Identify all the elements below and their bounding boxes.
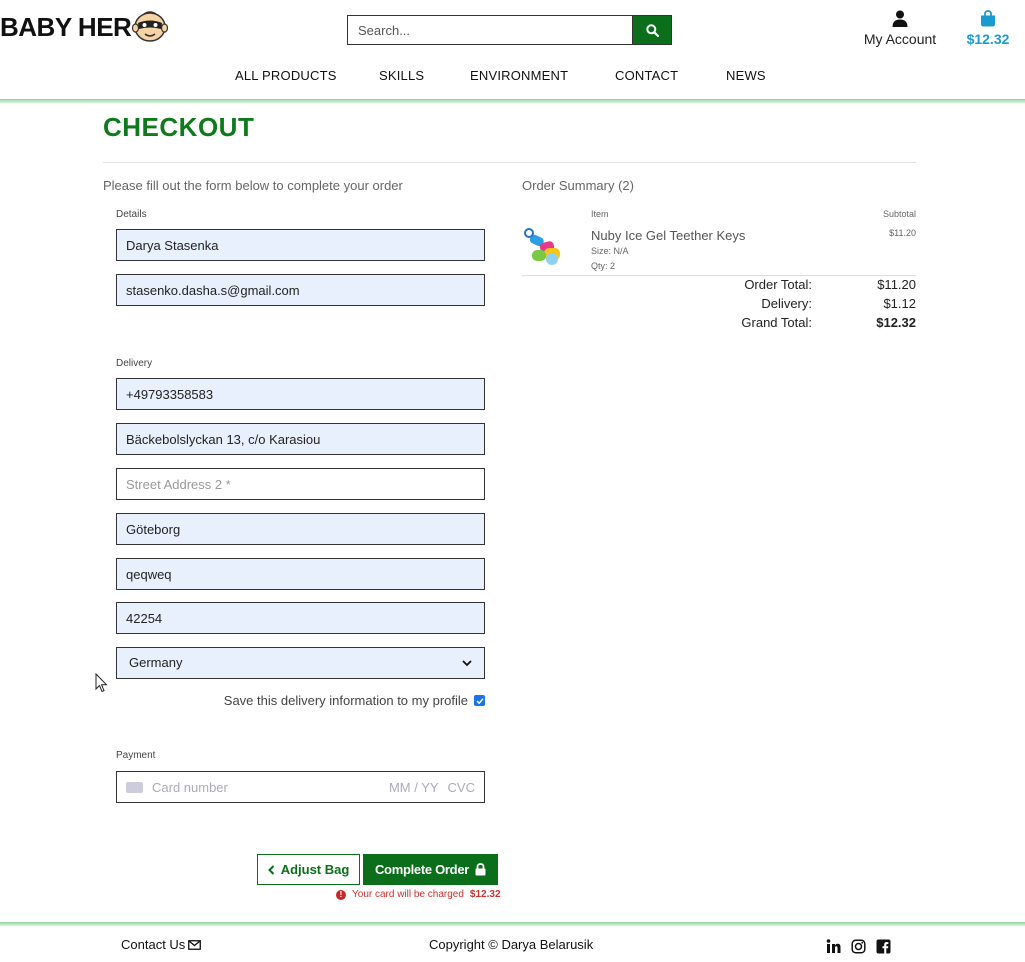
item-column-header: Item — [591, 209, 609, 219]
charge-text: Your card will be charged — [352, 889, 464, 900]
baby-hero-face-icon — [132, 11, 169, 42]
card-number-placeholder: Card number — [152, 779, 228, 795]
page-title: CHECKOUT — [103, 112, 255, 142]
county-field[interactable] — [116, 558, 485, 590]
details-legend: Details — [116, 209, 147, 220]
street-address-2-field[interactable] — [116, 468, 485, 500]
charge-amount: $12.32 — [469, 889, 501, 900]
main-nav: ALL PRODUCTS SKILLS ENVIRONMENT CONTACT … — [0, 68, 1025, 88]
nav-all-products[interactable]: ALL PRODUCTS — [235, 68, 337, 83]
facebook-icon[interactable] — [875, 938, 892, 955]
grand-total-label: Grand Total: — [741, 315, 812, 330]
order-summary-title: Order Summary (2) — [522, 178, 634, 193]
copyright-text: Copyright © Darya Belarusik — [429, 937, 594, 952]
search-input[interactable] — [347, 15, 632, 45]
search-form — [347, 15, 672, 45]
town-city-field[interactable] — [116, 513, 485, 545]
nav-contact[interactable]: CONTACT — [615, 68, 678, 83]
chevron-down-icon — [462, 659, 472, 666]
card-expiry-placeholder: MM / YY — [388, 779, 439, 795]
item-qty: Qty: 2 — [591, 261, 616, 271]
payment-legend: Payment — [116, 750, 156, 761]
card-element[interactable]: Card number MM / YY CVC — [116, 771, 485, 803]
phone-field[interactable] — [116, 378, 485, 410]
linkedin-icon[interactable] — [825, 938, 842, 955]
search-icon — [645, 23, 659, 37]
credit-card-icon — [126, 781, 143, 793]
summary-divider — [522, 275, 916, 276]
adjust-bag-button[interactable]: Adjust Bag — [257, 854, 360, 885]
subtotal-column-header: Subtotal — [882, 209, 916, 219]
contact-us-link[interactable]: Contact Us — [121, 937, 202, 952]
site-logo[interactable]: BABY HER — [0, 8, 169, 46]
alert-icon: ! — [336, 889, 346, 900]
country-select[interactable]: Germany — [116, 647, 485, 679]
delivery-legend: Delivery — [116, 358, 153, 369]
shopping-bag-icon — [981, 10, 995, 27]
charge-notice: ! Your card will be charged $12.32 — [336, 889, 501, 900]
mouse-cursor-icon — [95, 673, 108, 693]
chevron-left-icon — [267, 864, 274, 875]
country-value: Germany — [129, 655, 183, 670]
delivery-label: Delivery: — [761, 296, 812, 311]
user-icon — [892, 10, 908, 27]
checkout-intro: Please fill out the form below to comple… — [103, 178, 403, 193]
order-total-label: Order Total: — [744, 277, 812, 292]
item-name: Nuby Ice Gel Teether Keys — [591, 228, 746, 243]
save-info-row: Save this delivery information to my pro… — [116, 693, 485, 708]
bag-total: $12.32 — [966, 31, 1010, 47]
save-info-checkbox[interactable] — [474, 695, 485, 706]
contact-us-label: Contact Us — [121, 937, 186, 952]
instagram-icon[interactable] — [850, 938, 867, 955]
save-info-label: Save this delivery information to my pro… — [223, 693, 468, 708]
email-field[interactable] — [116, 274, 485, 306]
header-divider — [0, 99, 1025, 104]
my-account-label: My Account — [863, 31, 937, 47]
shopping-bag-link[interactable]: $12.32 — [960, 10, 1016, 47]
my-account-link[interactable]: My Account — [860, 10, 940, 47]
order-total-value: $11.20 — [877, 277, 916, 292]
logo-text: BABY HER — [0, 11, 132, 42]
envelope-icon — [188, 939, 202, 950]
nav-skills[interactable]: SKILLS — [379, 68, 424, 83]
item-subtotal: $11.20 — [889, 228, 916, 238]
nav-environment[interactable]: ENVIRONMENT — [470, 68, 568, 83]
social-links — [825, 938, 892, 955]
item-size: Size: N/A — [591, 246, 629, 256]
complete-order-button[interactable]: Complete Order — [363, 854, 498, 885]
adjust-bag-label: Adjust Bag — [280, 862, 350, 877]
nav-news[interactable]: NEWS — [726, 68, 766, 83]
street-address-1-field[interactable] — [116, 423, 485, 455]
card-cvc-placeholder: CVC — [447, 779, 475, 795]
title-divider — [103, 162, 916, 163]
complete-order-label: Complete Order — [374, 862, 470, 877]
full-name-field[interactable] — [116, 229, 485, 261]
product-thumbnail[interactable] — [522, 226, 568, 268]
delivery-value: $1.12 — [883, 296, 916, 311]
postcode-field[interactable] — [116, 602, 485, 634]
checkmark-icon — [475, 697, 484, 704]
lock-icon — [475, 863, 486, 876]
search-button[interactable] — [632, 15, 672, 45]
grand-total-value: $12.32 — [876, 315, 916, 330]
footer-divider — [0, 922, 1025, 927]
